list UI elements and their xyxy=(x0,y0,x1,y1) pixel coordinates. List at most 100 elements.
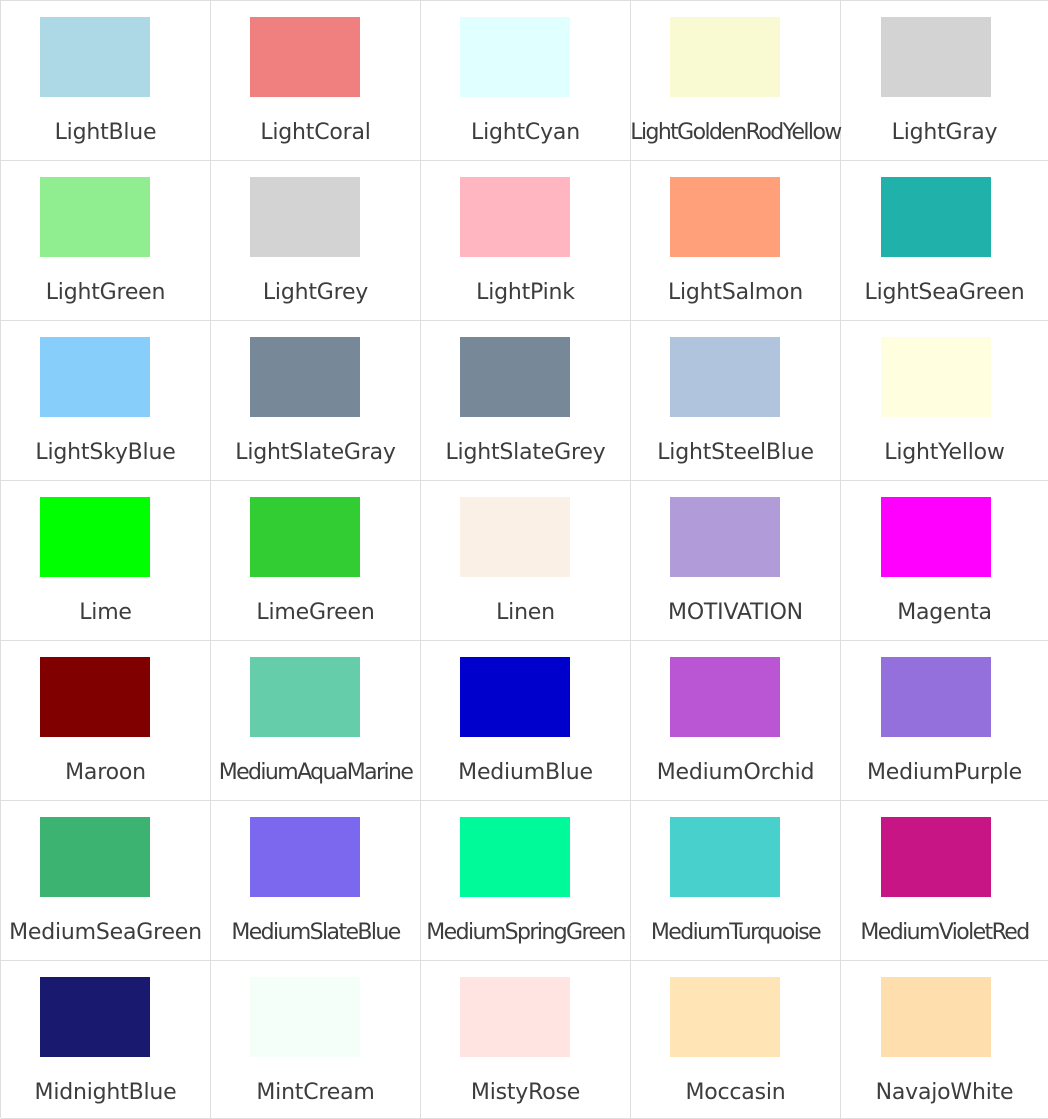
color-swatch-lightseagreen xyxy=(881,177,991,257)
color-swatch-mediumturquoise xyxy=(670,817,780,897)
color-label: MidnightBlue xyxy=(34,1080,177,1105)
color-swatch-maroon xyxy=(40,657,150,737)
color-label: LightSkyBlue xyxy=(35,440,176,465)
color-cell-lightgoldenrodyellow[interactable]: LightGoldenRodYellow xyxy=(630,1,842,161)
color-label: LightGrey xyxy=(262,280,369,305)
color-swatch-lightgrey xyxy=(250,177,360,257)
color-label: LightBlue xyxy=(54,120,157,145)
color-cell-lightcyan[interactable]: LightCyan xyxy=(421,1,631,161)
color-label: LightSlateGrey xyxy=(445,440,606,465)
color-label: LightCyan xyxy=(471,120,580,145)
color-swatch-mediumslateblue xyxy=(250,817,360,897)
color-swatch-lightgreen xyxy=(40,177,150,257)
color-swatch-lightgray xyxy=(881,17,991,97)
color-label: MOTIVATION xyxy=(668,600,803,625)
color-cell-lightyellow[interactable]: LightYellow xyxy=(841,321,1048,481)
color-swatch-mediumaquamarine xyxy=(250,657,360,737)
color-swatch-lightsteelblue xyxy=(670,337,780,417)
color-swatch-motivation xyxy=(670,497,780,577)
color-label: MediumTurquoise xyxy=(650,920,822,945)
color-swatch-mistyrose xyxy=(460,977,570,1057)
color-swatch-lime xyxy=(40,497,150,577)
color-cell-lightpink[interactable]: LightPink xyxy=(421,161,631,321)
color-cell-mediumpurple[interactable]: MediumPurple xyxy=(841,641,1048,801)
color-label: LightSteelBlue xyxy=(657,440,814,465)
color-cell-mediumvioletred[interactable]: MediumVioletRed xyxy=(841,801,1048,961)
color-cell-moccasin[interactable]: Moccasin xyxy=(631,961,841,1119)
color-swatch-lightpink xyxy=(460,177,570,257)
color-label: Maroon xyxy=(65,760,146,785)
color-label: LightSeaGreen xyxy=(864,280,1025,305)
color-cell-mediumblue[interactable]: MediumBlue xyxy=(421,641,631,801)
color-cell-lightseagreen[interactable]: LightSeaGreen xyxy=(841,161,1048,321)
color-label: MediumVioletRed xyxy=(860,920,1030,945)
color-cell-lightcoral[interactable]: LightCoral xyxy=(211,1,421,161)
color-cell-lightblue[interactable]: LightBlue xyxy=(1,1,211,161)
color-label: LightSlateGray xyxy=(235,440,396,465)
color-cell-lightslategrey[interactable]: LightSlateGrey xyxy=(421,321,631,481)
color-swatch-mediumvioletred xyxy=(881,817,991,897)
color-cell-lightgrey[interactable]: LightGrey xyxy=(211,161,421,321)
color-cell-lightgreen[interactable]: LightGreen xyxy=(1,161,211,321)
color-label: LightYellow xyxy=(884,440,1005,465)
color-swatch-mediumblue xyxy=(460,657,570,737)
color-cell-limegreen[interactable]: LimeGreen xyxy=(211,481,421,641)
color-label: LightGreen xyxy=(45,280,166,305)
color-cell-mediumspringgreen[interactable]: MediumSpringGreen xyxy=(421,801,631,961)
color-cell-magenta[interactable]: Magenta xyxy=(841,481,1048,641)
color-label: LightGoldenRodYellow xyxy=(630,120,842,145)
color-label: LightPink xyxy=(476,280,575,305)
color-cell-lightsteelblue[interactable]: LightSteelBlue xyxy=(631,321,841,481)
color-label: LightCoral xyxy=(260,120,371,145)
color-swatch-grid: LightBlue LightCoral LightCyan LightGoldenR… xyxy=(0,0,1048,1119)
color-label: MediumAquaMarine xyxy=(218,760,414,785)
color-swatch-mediumorchid xyxy=(670,657,780,737)
color-cell-mediumturquoise[interactable]: MediumTurquoise xyxy=(631,801,841,961)
color-label: MediumSeaGreen xyxy=(9,920,202,945)
color-cell-lightsalmon[interactable]: LightSalmon xyxy=(631,161,841,321)
color-label: LightSalmon xyxy=(667,280,804,305)
color-swatch-moccasin xyxy=(670,977,780,1057)
color-cell-lime[interactable]: Lime xyxy=(1,481,211,641)
color-cell-linen[interactable]: Linen xyxy=(421,481,631,641)
color-label: LightGray xyxy=(891,120,998,145)
color-cell-mediumaquamarine[interactable]: MediumAquaMarine xyxy=(211,641,421,801)
color-swatch-magenta xyxy=(881,497,991,577)
color-swatch-navajowhite xyxy=(881,977,991,1057)
color-cell-midnightblue[interactable]: MidnightBlue xyxy=(1,961,211,1119)
color-cell-mistyrose[interactable]: MistyRose xyxy=(421,961,631,1119)
color-swatch-mediumpurple xyxy=(881,657,991,737)
color-cell-lightslategray[interactable]: LightSlateGray xyxy=(211,321,421,481)
color-cell-mediumslateblue[interactable]: MediumSlateBlue xyxy=(211,801,421,961)
color-label: MediumPurple xyxy=(866,760,1023,785)
color-cell-lightskyblue[interactable]: LightSkyBlue xyxy=(1,321,211,481)
color-swatch-lightsalmon xyxy=(670,177,780,257)
color-label: Moccasin xyxy=(685,1080,786,1105)
color-swatch-midnightblue xyxy=(40,977,150,1057)
color-label: MediumSlateBlue xyxy=(231,920,401,945)
color-label: LimeGreen xyxy=(256,600,375,625)
color-swatch-lightslategray xyxy=(250,337,360,417)
color-cell-navajowhite[interactable]: NavajoWhite xyxy=(841,961,1048,1119)
color-label: Linen xyxy=(496,600,555,625)
color-cell-mediumseagreen[interactable]: MediumSeaGreen xyxy=(1,801,211,961)
color-label: MintCream xyxy=(256,1080,375,1105)
color-label: NavajoWhite xyxy=(875,1080,1014,1105)
color-swatch-lightcoral xyxy=(250,17,360,97)
color-swatch-lightcyan xyxy=(460,17,570,97)
color-swatch-lightskyblue xyxy=(40,337,150,417)
color-label: MediumSpringGreen xyxy=(426,920,626,945)
color-swatch-lightyellow xyxy=(881,337,991,417)
color-label: Magenta xyxy=(897,600,992,625)
color-swatch-mintcream xyxy=(250,977,360,1057)
color-label: Lime xyxy=(79,600,132,625)
color-swatch-mediumseagreen xyxy=(40,817,150,897)
color-cell-mediumorchid[interactable]: MediumOrchid xyxy=(631,641,841,801)
color-swatch-lightblue xyxy=(40,17,150,97)
color-cell-motivation[interactable]: MOTIVATION xyxy=(631,481,841,641)
color-label: MistyRose xyxy=(470,1080,581,1105)
color-swatch-mediumspringgreen xyxy=(460,817,570,897)
color-cell-mintcream[interactable]: MintCream xyxy=(211,961,421,1119)
color-cell-maroon[interactable]: Maroon xyxy=(1,641,211,801)
color-cell-lightgray[interactable]: LightGray xyxy=(841,1,1048,161)
